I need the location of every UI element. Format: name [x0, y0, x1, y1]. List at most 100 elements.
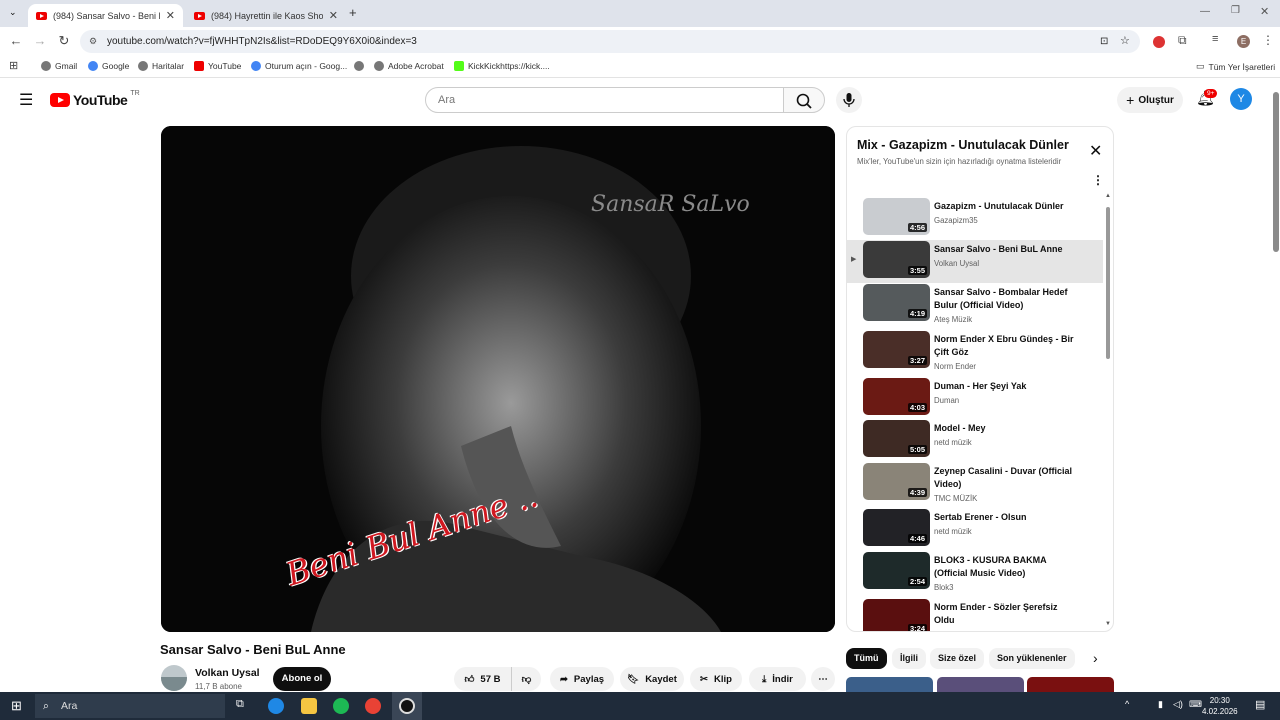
all-bookmarks[interactable]: ▭ Tüm Yer İşaretleri — [1196, 61, 1275, 72]
playlist-thumbnail[interactable]: 2:54 — [863, 552, 930, 589]
playlist-thumbnail[interactable]: 4:56 — [863, 198, 930, 235]
menu-dots-icon[interactable]: ⋮ — [1262, 33, 1274, 47]
star-icon[interactable]: ☆ — [1120, 30, 1130, 53]
playlist-item[interactable]: 4:46 Sertab Erener - Olsun netd müzik — [847, 508, 1103, 551]
app-icon[interactable] — [399, 698, 415, 714]
chrome-icon[interactable] — [365, 698, 381, 714]
playlist-thumbnail[interactable]: 3:55 — [863, 241, 930, 278]
tab-list-icon[interactable]: ⌄ — [9, 7, 17, 18]
dislike-button[interactable]: 👎︎ — [511, 667, 541, 691]
chevron-up-icon[interactable]: ^ — [1125, 699, 1129, 709]
search-button[interactable] — [783, 87, 825, 113]
logo-text: YouTube — [73, 92, 128, 108]
playlist-thumbnail[interactable]: 5:05 — [863, 420, 930, 457]
bookmark-globe[interactable] — [354, 61, 364, 71]
recommended-thumbnail[interactable] — [846, 677, 933, 692]
browser-tab[interactable]: (984) Hayrettin ile Kaos Show - ✕ — [186, 4, 346, 27]
bookmark-gmail[interactable]: Gmail — [41, 61, 77, 71]
chip-all[interactable]: Tümü — [846, 648, 887, 669]
playlist-thumbnail[interactable]: 4:46 — [863, 509, 930, 546]
recommended-thumbnail[interactable] — [937, 677, 1024, 692]
subscribe-button[interactable]: Abone ol — [273, 667, 331, 691]
new-tab-icon[interactable]: + — [349, 5, 357, 20]
volume-icon[interactable]: ◁) — [1173, 699, 1183, 710]
address-bar[interactable]: ⚙ youtube.com/watch?v=fjWHHTpN2Is&list=R… — [80, 30, 1140, 53]
browser-tab-active[interactable]: (984) Sansar Salvo - Beni BuL A ✕ — [28, 4, 183, 27]
bookmark-kick[interactable]: KickKickhttps://kick.... — [454, 61, 550, 71]
back-icon[interactable]: ← — [7, 33, 25, 48]
site-info-icon[interactable]: ⚙ — [89, 30, 97, 53]
more-options-icon[interactable]: ⋮ — [1092, 173, 1104, 187]
notification-center-icon[interactable]: ▤ — [1255, 698, 1265, 711]
extension-icon[interactable] — [1153, 36, 1165, 48]
close-icon[interactable]: ✕ — [166, 9, 175, 22]
playlist-item[interactable]: 4:39 Zeynep Casalini - Duvar (Official Vi… — [847, 462, 1103, 505]
more-dots-icon: ⋯ — [818, 673, 828, 685]
recommended-thumbnail[interactable] — [1027, 677, 1114, 692]
chevron-right-icon[interactable]: › — [1093, 650, 1098, 666]
taskbar-search[interactable]: ⌕ Ara — [35, 694, 225, 718]
puzzle-icon[interactable]: ⧉ — [1178, 33, 1187, 48]
create-button[interactable]: + Oluştur — [1117, 87, 1183, 113]
playlist-item[interactable]: ▶ 3:55 Sansar Salvo - Beni BuL Anne Volkan … — [847, 240, 1103, 283]
search-input[interactable]: Ara — [425, 87, 784, 113]
bookmark-signin[interactable]: Oturum açın - Goog... — [251, 61, 347, 71]
playlist-item[interactable]: 3:24 Norm Ender - Sözler Şerefsiz Oldu Nor… — [847, 598, 1103, 631]
playlist-scrollbar[interactable] — [1106, 207, 1110, 359]
playlist-thumbnail[interactable]: 4:19 — [863, 284, 930, 321]
playlist-item[interactable]: 4:19 Sansar Salvo - Bombalar Hedef Bulur … — [847, 283, 1103, 326]
youtube-logo[interactable]: YouTube TR — [50, 90, 140, 108]
video-player[interactable]: SansaR SaLvo Beni Bul Anne .. — [161, 126, 835, 632]
playlist-thumbnail[interactable]: 3:24 — [863, 599, 930, 631]
edge-icon[interactable] — [268, 698, 284, 714]
media-icon[interactable]: ≡ — [1212, 33, 1218, 45]
hamburger-menu-icon[interactable]: ☰ — [19, 90, 33, 110]
apps-grid-icon[interactable]: ⊞ — [9, 59, 18, 72]
spotify-icon[interactable] — [333, 698, 349, 714]
scroll-up-icon[interactable]: ▲ — [1105, 193, 1111, 199]
playlist-item[interactable]: 2:54 BLOK3 - KUSURA BAKMA (Official Music… — [847, 551, 1103, 594]
playlist-item[interactable]: 4:56 Gazapizm - Unutulacak Dünler Gazapizm… — [847, 197, 1103, 240]
close-icon[interactable]: ✕ — [1089, 141, 1102, 161]
profile-icon[interactable]: E — [1237, 35, 1250, 48]
playlist-thumbnail[interactable]: 4:39 — [863, 463, 930, 500]
playlist-thumbnail[interactable]: 3:27 — [863, 331, 930, 368]
playlist-item[interactable]: 5:05 Model - Mey netd müzik — [847, 419, 1103, 462]
like-button[interactable]: 👍︎ 57 B — [454, 667, 511, 691]
voice-search-button[interactable] — [836, 87, 862, 113]
minimize-icon[interactable]: — — [1200, 6, 1210, 17]
task-view-icon[interactable]: ⧉ — [236, 698, 244, 711]
bookmark-youtube[interactable]: YouTube — [194, 61, 241, 71]
playlist-item[interactable]: 4:03 Duman - Her Şeyi Yak Duman — [847, 377, 1103, 420]
window-close-icon[interactable]: ✕ — [1260, 5, 1269, 18]
chip-related[interactable]: İlgili — [892, 648, 926, 669]
windows-start-icon[interactable]: ⊞ — [11, 698, 22, 714]
page-scrollbar[interactable] — [1273, 92, 1279, 252]
avatar[interactable]: Y — [1230, 88, 1252, 110]
bookmark-adobe[interactable]: Adobe Acrobat — [374, 61, 444, 71]
download-button[interactable]: ⤓ İndir — [749, 667, 806, 691]
close-icon[interactable]: ✕ — [329, 9, 338, 22]
install-icon[interactable]: ⊡ — [1100, 30, 1108, 53]
network-icon[interactable]: ▮ — [1158, 699, 1163, 710]
channel-name[interactable]: Volkan Uysal — [195, 667, 260, 679]
duration-badge: 5:05 — [907, 445, 927, 454]
reload-icon[interactable]: ↻ — [55, 33, 73, 49]
save-button[interactable]: 🔖︎ Kaydet — [620, 667, 684, 691]
playlist-thumbnail[interactable]: 4:03 — [863, 378, 930, 415]
clip-button[interactable]: ✂ Klip — [690, 667, 742, 691]
bookmark-maps[interactable]: Haritalar — [138, 61, 184, 71]
bookmark-google[interactable]: Google — [88, 61, 129, 71]
share-button[interactable]: ➦ Paylaş — [550, 667, 614, 691]
scroll-down-icon[interactable]: ▼ — [1105, 621, 1111, 627]
channel-avatar[interactable] — [161, 665, 187, 691]
system-clock[interactable]: 20:30 4.02.2026 — [1202, 695, 1238, 717]
file-explorer-icon[interactable] — [301, 698, 317, 714]
restore-icon[interactable]: ❐ — [1231, 5, 1240, 16]
more-actions-button[interactable]: ⋯ — [811, 667, 835, 691]
forward-icon[interactable]: → — [31, 33, 49, 48]
chip-for-you[interactable]: Size özel — [930, 648, 985, 669]
playlist-item[interactable]: 3:27 Norm Ender X Ebru Gündeş - Bir Çift … — [847, 330, 1103, 373]
chip-recent[interactable]: Son yüklenenler — [989, 648, 1075, 669]
language-icon[interactable]: ⌨ — [1189, 699, 1202, 710]
